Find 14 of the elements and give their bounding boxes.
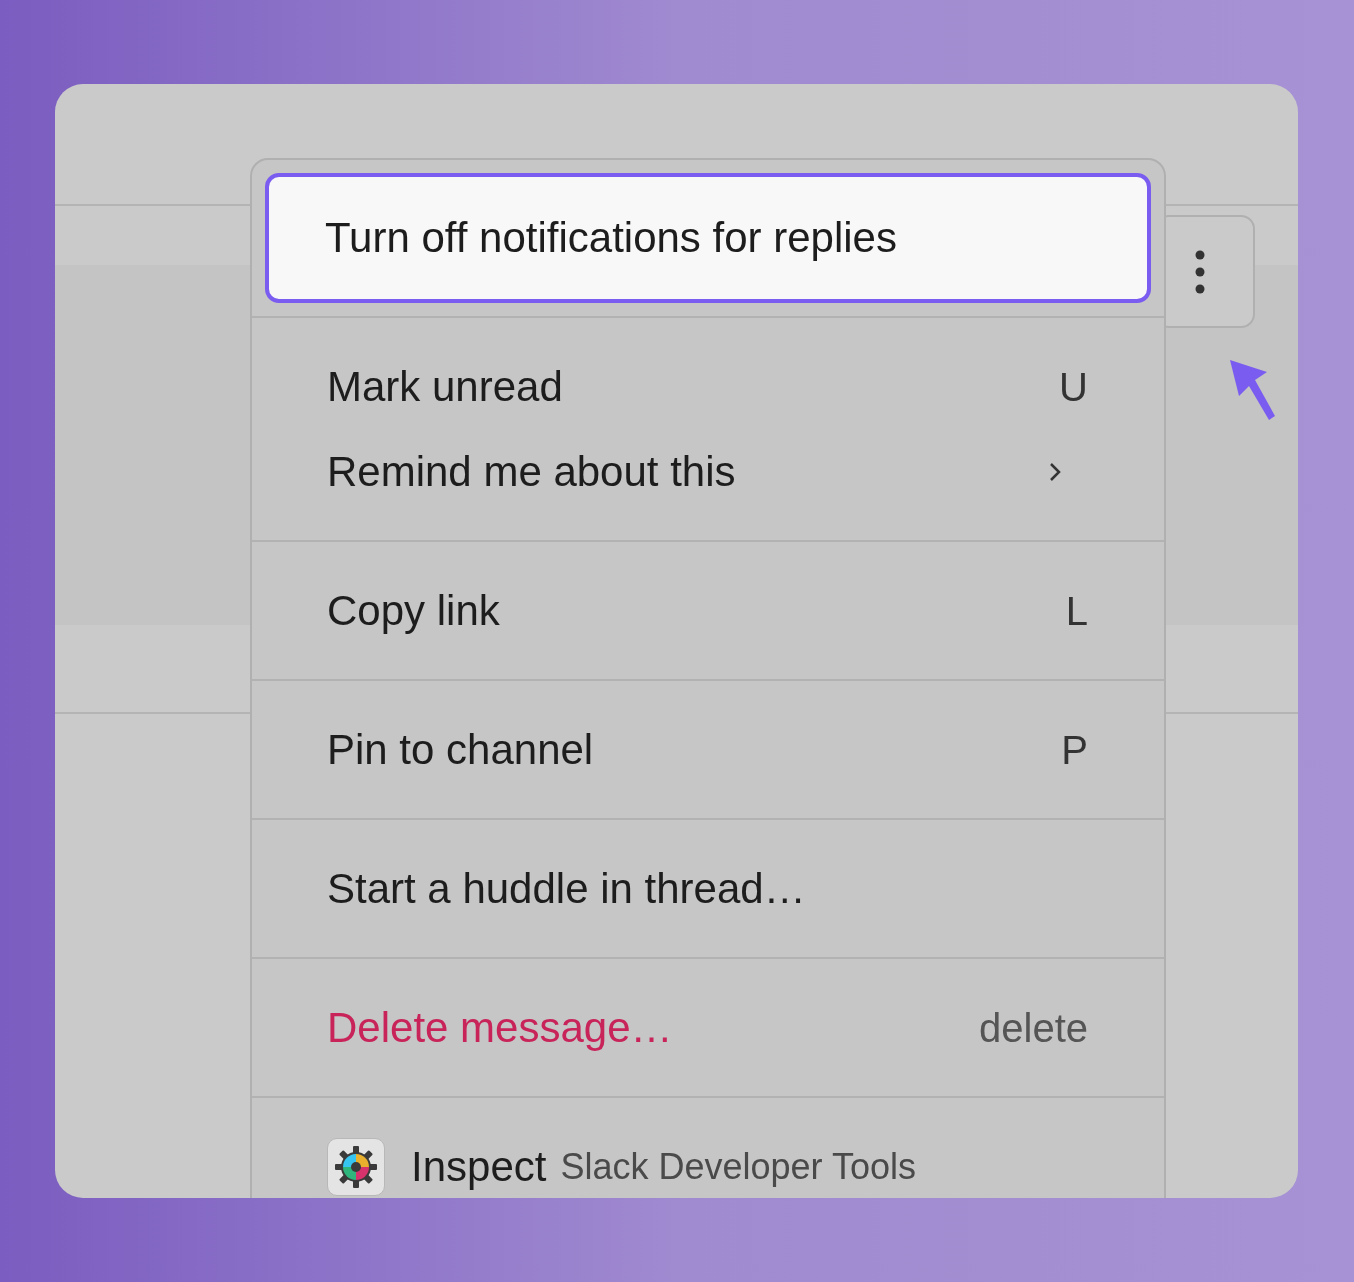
menu-item[interactable]: Inspect Slack Developer Tools — [252, 1124, 1164, 1198]
shortcut-label: L — [1065, 590, 1088, 631]
menu-item[interactable]: Delete message… delete — [252, 985, 1164, 1070]
menu-item[interactable]: Mark unread U — [252, 344, 1164, 429]
kebab-menu-icon — [1195, 249, 1205, 294]
shortcut-label: delete — [979, 1007, 1088, 1048]
shortcut-label: P — [1061, 729, 1088, 770]
menu-item[interactable]: Turn off notifications for replies — [265, 173, 1151, 303]
detail-text: Slack Developer Tools — [560, 1148, 916, 1185]
menu-item[interactable]: Remind me about this — [252, 429, 1164, 514]
shortcut-label: U — [1059, 366, 1088, 407]
menu-item[interactable]: Start a huddle in thread… — [252, 846, 1164, 931]
menu-item[interactable]: Copy link L — [252, 568, 1164, 653]
menu-item[interactable]: Pin to channel P — [252, 707, 1164, 792]
